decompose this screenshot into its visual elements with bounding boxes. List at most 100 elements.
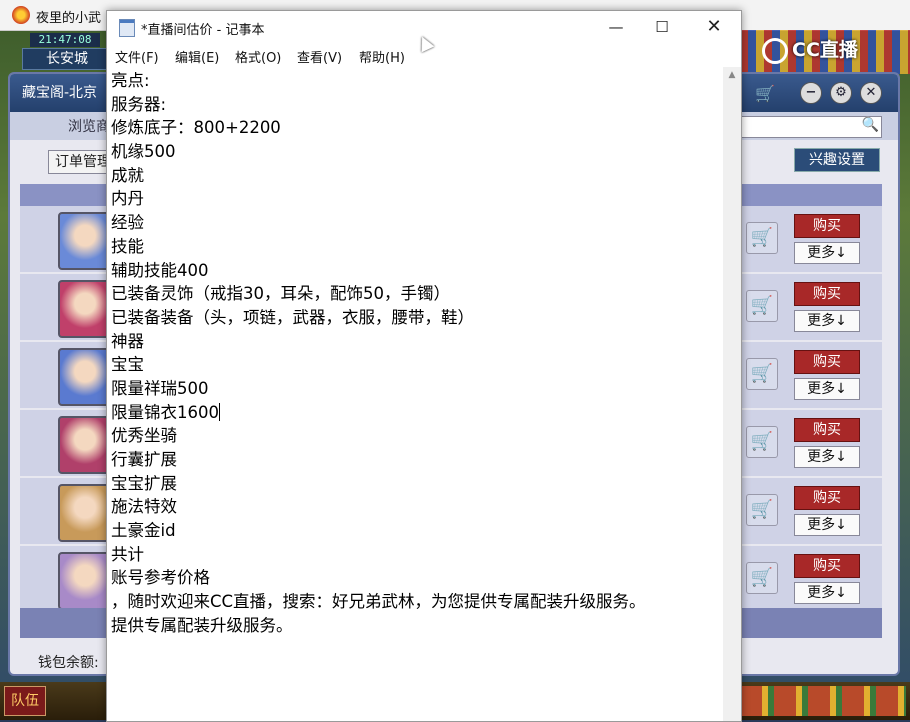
text-line[interactable]: 经验: [111, 211, 646, 235]
buy-button[interactable]: 购买: [794, 554, 860, 578]
text-line[interactable]: 提供专属配装升级服务。: [111, 614, 646, 638]
text-line[interactable]: 已装备灵饰（戒指30，耳朵，配饰50，手镯）: [111, 282, 646, 306]
text-line[interactable]: 机缘500: [111, 140, 646, 164]
text-line[interactable]: ，随时欢迎来CC直播，搜索：好兄弟武林，为您提供专属配装升级服务。: [111, 590, 646, 614]
text-line-content[interactable]: 优秀坐骑: [111, 426, 177, 445]
text-line[interactable]: 辅助技能400: [111, 259, 646, 283]
text-line-content[interactable]: 已装备灵饰（戒指30，耳朵，配饰50，手镯）: [111, 284, 450, 303]
text-line-content[interactable]: 辅助技能400: [111, 261, 209, 280]
text-line-content[interactable]: 限量锦衣1600: [111, 403, 219, 422]
text-line[interactable]: 施法特效: [111, 495, 646, 519]
text-line-content[interactable]: 成就: [111, 166, 144, 185]
character-avatar[interactable]: [58, 484, 112, 542]
text-line-content[interactable]: 神器: [111, 332, 144, 351]
cart-icon[interactable]: 🛒: [755, 84, 777, 103]
minimize-icon[interactable]: −: [800, 82, 822, 104]
vertical-scrollbar[interactable]: ▲: [723, 67, 741, 721]
more-button[interactable]: 更多↓: [794, 378, 860, 400]
text-line[interactable]: 已装备装备（头，项链，武器，衣服，腰带，鞋）: [111, 306, 646, 330]
notepad-text-area[interactable]: 亮点: 服务器: 修炼底子：800+2200 机缘500 成就内丹经验技能辅助技能400…: [107, 67, 723, 721]
text-line-content[interactable]: 内丹: [111, 189, 144, 208]
text-line[interactable]: 限量锦衣1600: [111, 401, 646, 425]
text-line-content[interactable]: 修炼底子：800+2200: [111, 118, 281, 137]
text-line-content[interactable]: 账号参考价格: [111, 568, 210, 587]
maximize-button[interactable]: ☐: [639, 11, 685, 43]
more-button[interactable]: 更多↓: [794, 446, 860, 468]
cart-icon[interactable]: 🛒: [746, 358, 778, 390]
character-avatar[interactable]: [58, 552, 112, 610]
more-button[interactable]: 更多↓: [794, 242, 860, 264]
cart-icon[interactable]: 🛒: [746, 290, 778, 322]
menu-item[interactable]: 编辑(E): [175, 47, 219, 66]
cart-icon[interactable]: 🛒: [746, 222, 778, 254]
wallet-balance-label: 钱包余额:: [38, 655, 99, 671]
text-line[interactable]: 共计: [111, 543, 646, 567]
browse-tab[interactable]: 浏览商: [68, 116, 110, 136]
more-button[interactable]: 更多↓: [794, 582, 860, 604]
cc-logo-icon: [762, 37, 788, 64]
text-line-content[interactable]: 施法特效: [111, 497, 177, 516]
close-icon[interactable]: ✕: [860, 82, 882, 104]
buy-button[interactable]: 购买: [794, 486, 860, 510]
menu-item[interactable]: 帮助(H): [359, 47, 405, 66]
buy-button[interactable]: 购买: [794, 350, 860, 374]
cart-icon[interactable]: 🛒: [746, 426, 778, 458]
cart-icon[interactable]: 🛒: [746, 562, 778, 594]
notepad-window: *直播间估价 - 记事本 — ☐ ✕ 文件(F) 编辑(E) 格式(O) 查看(V) 帮…: [106, 10, 742, 722]
text-line-content[interactable]: 限量祥瑞500: [111, 379, 209, 398]
close-button[interactable]: ✕: [691, 11, 737, 43]
game-clock: 21:47:08: [30, 33, 100, 47]
text-line[interactable]: 服务器:: [111, 93, 646, 117]
menu-item[interactable]: 查看(V): [297, 47, 342, 66]
text-line-content[interactable]: 土豪金id: [111, 521, 176, 540]
buy-button[interactable]: 购买: [794, 418, 860, 442]
cart-icon[interactable]: 🛒: [746, 494, 778, 526]
text-line-content[interactable]: 已装备装备（头，项链，武器，衣服，腰带，鞋）: [111, 308, 474, 327]
menu-item[interactable]: 格式(O): [235, 47, 281, 66]
text-line[interactable]: 宝宝: [111, 353, 646, 377]
text-line-content[interactable]: 行囊扩展: [111, 450, 177, 469]
minimize-button[interactable]: —: [593, 11, 639, 43]
text-line[interactable]: 土豪金id: [111, 519, 646, 543]
text-line-content[interactable]: 宝宝: [111, 355, 144, 374]
text-line[interactable]: 宝宝扩展: [111, 472, 646, 496]
text-line-content[interactable]: ，随时欢迎来CC直播，搜索：好兄弟武林，为您提供专属配装升级服务。: [111, 592, 646, 611]
search-input[interactable]: 🔍: [740, 116, 882, 138]
character-avatar[interactable]: [58, 280, 112, 338]
interest-settings-button[interactable]: 兴趣设置: [794, 148, 880, 172]
bottom-toolbar-icons[interactable]: [740, 686, 906, 716]
text-line[interactable]: 修炼底子：800+2200: [111, 116, 646, 140]
text-line[interactable]: 内丹: [111, 187, 646, 211]
text-line-content[interactable]: 亮点:: [111, 71, 150, 90]
text-line[interactable]: 技能: [111, 235, 646, 259]
character-avatar[interactable]: [58, 416, 112, 474]
text-line-content[interactable]: 服务器:: [111, 95, 166, 114]
text-line-content[interactable]: 共计: [111, 545, 144, 564]
search-icon[interactable]: 🔍: [862, 117, 879, 133]
text-line[interactable]: 神器: [111, 330, 646, 354]
text-line-content[interactable]: 技能: [111, 237, 144, 256]
text-line[interactable]: 成就: [111, 164, 646, 188]
notepad-text[interactable]: 亮点: 服务器: 修炼底子：800+2200 机缘500 成就内丹经验技能辅助技能400…: [111, 69, 646, 638]
character-avatar[interactable]: [58, 348, 112, 406]
city-name: 长安城: [22, 48, 112, 70]
text-caret: [219, 402, 220, 421]
text-line-content[interactable]: 经验: [111, 213, 144, 232]
team-button[interactable]: 队伍: [4, 686, 46, 716]
menu-item[interactable]: 文件(F): [115, 47, 159, 66]
more-button[interactable]: 更多↓: [794, 514, 860, 536]
buy-button[interactable]: 购买: [794, 214, 860, 238]
text-line[interactable]: 行囊扩展: [111, 448, 646, 472]
text-line[interactable]: 账号参考价格: [111, 566, 646, 590]
text-line-content[interactable]: 机缘500: [111, 142, 176, 161]
text-line[interactable]: 限量祥瑞500: [111, 377, 646, 401]
text-line-content[interactable]: 宝宝扩展: [111, 474, 177, 493]
text-line[interactable]: 优秀坐骑: [111, 424, 646, 448]
text-line[interactable]: 亮点:: [111, 69, 646, 93]
text-line-content[interactable]: 提供专属配装升级服务。: [111, 616, 293, 635]
character-avatar[interactable]: [58, 212, 112, 270]
settings-icon[interactable]: ⚙: [830, 82, 852, 104]
scroll-up-icon[interactable]: ▲: [723, 67, 741, 84]
buy-button[interactable]: 购买: [794, 282, 860, 306]
more-button[interactable]: 更多↓: [794, 310, 860, 332]
